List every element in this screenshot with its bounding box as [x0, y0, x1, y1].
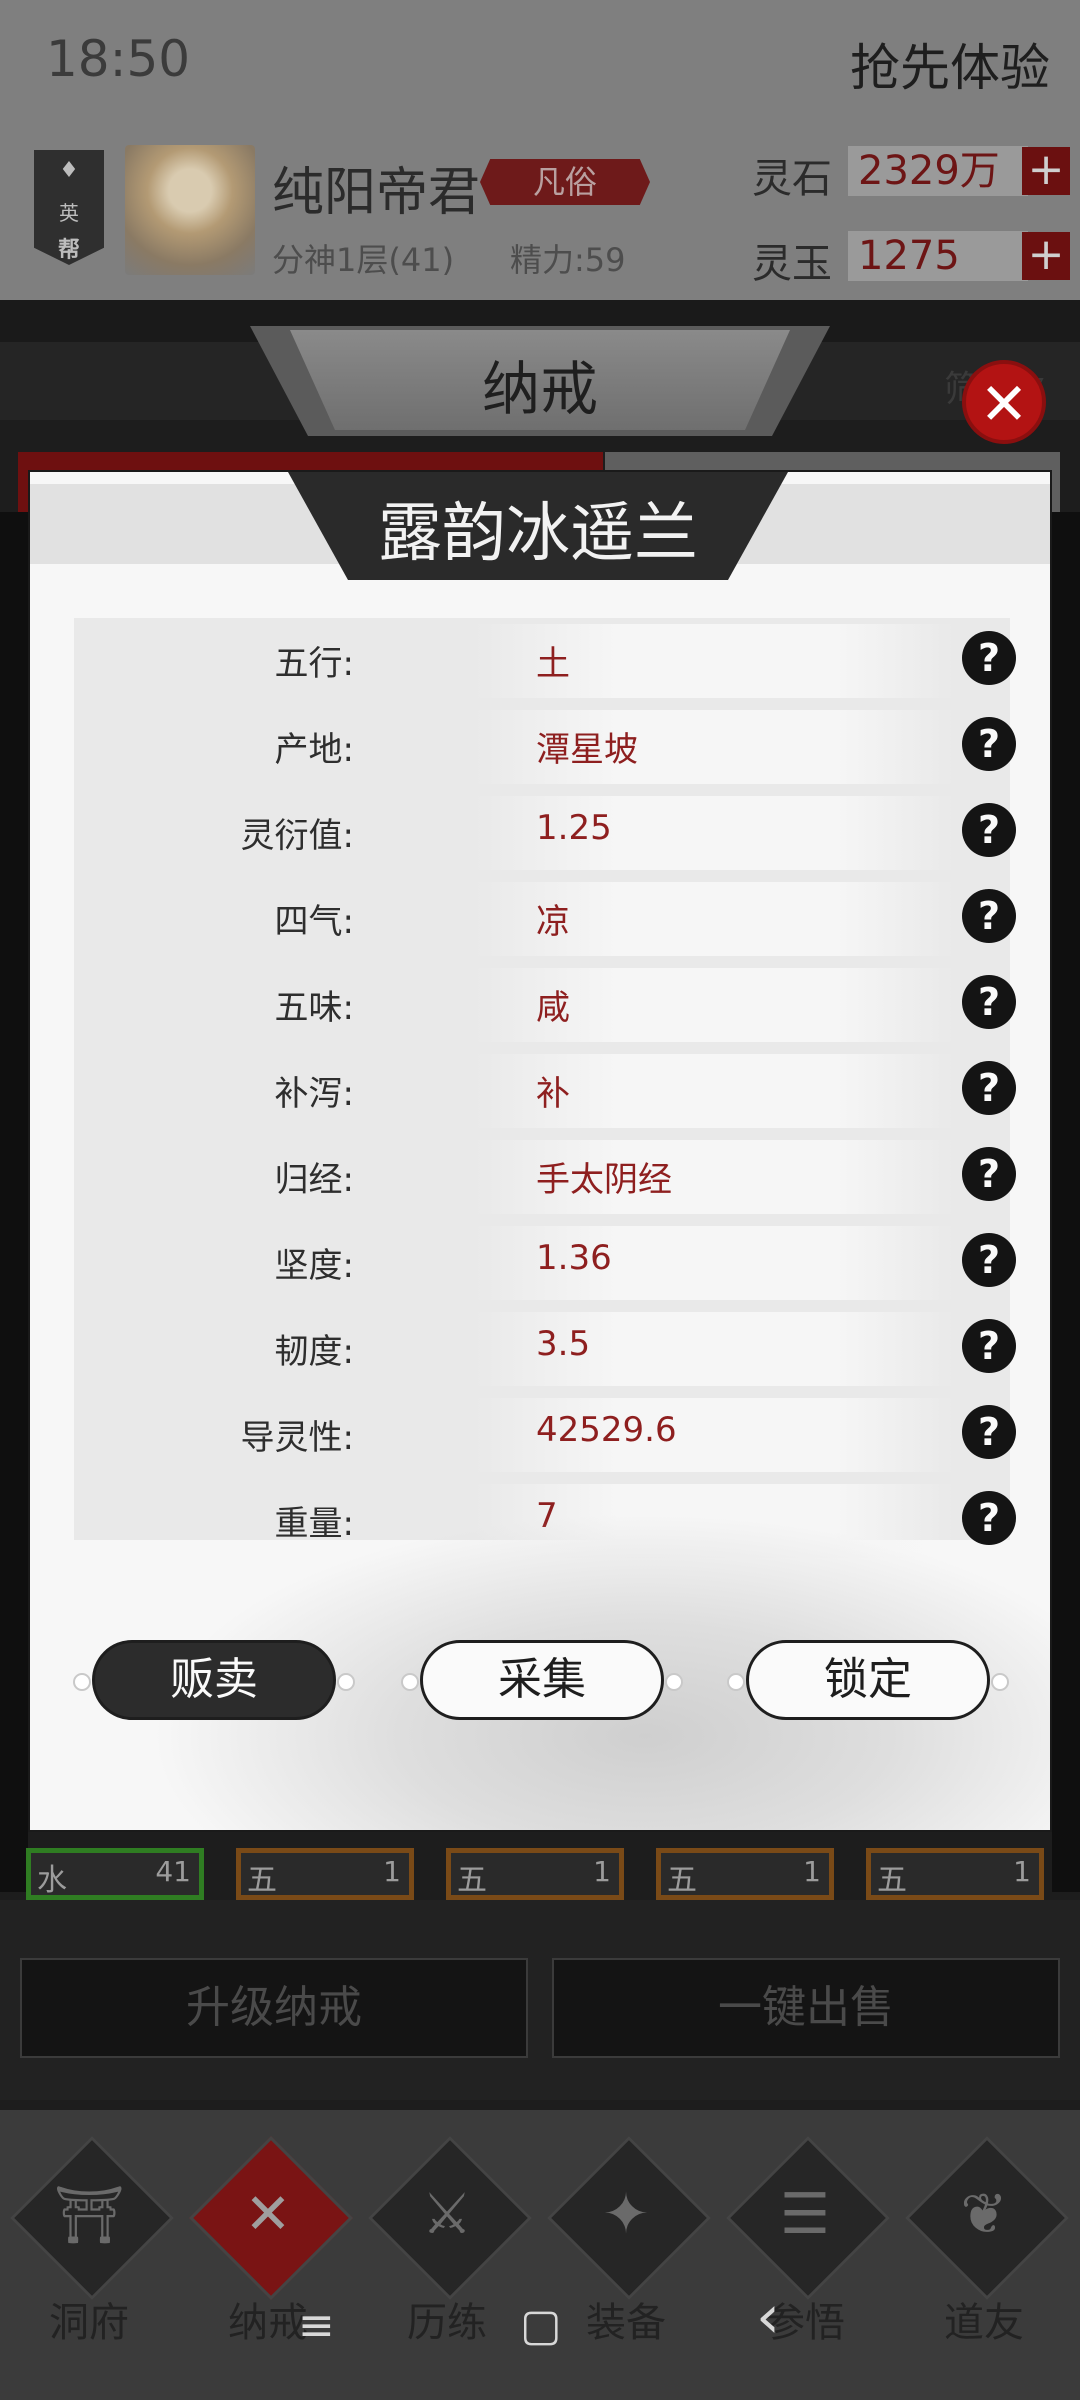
attribute-label: 韧度:	[274, 1332, 354, 1372]
attribute-row: 产地: 潭星坡 ?	[74, 704, 1016, 790]
collect-button[interactable]: 采集	[401, 1640, 683, 1720]
item-detail-modal: 露韵冰遥兰 五行: 土 ? 产地: 潭星坡 ? 灵衍值: 1.25 ? 四气: …	[28, 470, 1052, 1832]
attribute-row: 坚度: 1.36 ?	[74, 1220, 1016, 1306]
inventory-edge-right	[1052, 512, 1080, 1892]
attribute-label: 归经:	[274, 1160, 354, 1200]
energy-value: 精力:59	[510, 241, 626, 279]
help-icon[interactable]: ?	[962, 889, 1016, 943]
attribute-row: 归经: 手太阴经 ?	[74, 1134, 1016, 1220]
swords-icon: ⚔	[421, 2182, 473, 2247]
attribute-label: 五味:	[274, 988, 354, 1028]
inventory-slot[interactable]: 五 1	[236, 1848, 414, 1900]
slot-count: 41	[155, 1855, 191, 1888]
spirit-jade-value: 1275	[848, 231, 1028, 281]
nav-label-insight: 参悟	[765, 2300, 845, 2346]
attribute-label: 四气:	[274, 902, 354, 942]
help-icon[interactable]: ?	[962, 631, 1016, 685]
attribute-label: 产地:	[274, 730, 354, 770]
attribute-row: 四气: 凉 ?	[74, 876, 1016, 962]
help-icon[interactable]: ?	[962, 717, 1016, 771]
slot-count: 1	[593, 1855, 611, 1888]
nav-label-cave: 洞府	[49, 2300, 129, 2346]
slot-count: 1	[1013, 1855, 1031, 1888]
sell-button[interactable]: 贩卖	[73, 1640, 355, 1720]
inventory-edge-left	[0, 512, 28, 1892]
attribute-row: 补泻: 补 ?	[74, 1048, 1016, 1134]
add-spirit-stone-button[interactable]: +	[1022, 147, 1070, 195]
slot-element: 五	[877, 1863, 907, 1898]
add-spirit-jade-button[interactable]: +	[1022, 232, 1070, 280]
nav-label-training: 历练	[407, 2300, 487, 2346]
slot-element: 五	[247, 1863, 277, 1898]
nav-label-equipment: 装备	[586, 2300, 666, 2346]
help-icon[interactable]: ?	[962, 1405, 1016, 1459]
avatar[interactable]	[125, 145, 255, 275]
attribute-row: 导灵性: 42529.6 ?	[74, 1392, 1016, 1478]
help-icon[interactable]: ?	[962, 1147, 1016, 1201]
player-name: 纯阳帝君	[272, 163, 481, 223]
bottom-nav	[0, 2110, 1080, 2400]
attribute-label: 补泻:	[274, 1074, 354, 1114]
rank-badge: 凡俗	[480, 159, 650, 205]
spirit-stone-label: 灵石	[752, 156, 832, 202]
handshake-icon: ❦	[960, 2182, 1008, 2247]
menu-icon[interactable]: ≡	[298, 2300, 335, 2351]
slot-element: 水	[37, 1863, 67, 1898]
slot-count: 1	[383, 1855, 401, 1888]
attribute-value: 咸	[536, 988, 570, 1028]
status-time: 18:50	[46, 30, 191, 88]
attribute-label: 坚度:	[274, 1246, 354, 1286]
attribute-row: 灵衍值: 1.25 ?	[74, 790, 1016, 876]
early-access-button[interactable]: 抢先体验	[850, 28, 1050, 100]
help-icon[interactable]: ?	[962, 1233, 1016, 1287]
attribute-value: 42529.6	[536, 1410, 677, 1450]
attribute-row: 韧度: 3.5 ?	[74, 1306, 1016, 1392]
inventory-slot[interactable]: 五 1	[656, 1848, 834, 1900]
spirit-stone-value: 2329万	[848, 146, 1028, 196]
help-icon[interactable]: ?	[962, 803, 1016, 857]
inventory-slot[interactable]: 五 1	[866, 1848, 1044, 1900]
diamond-icon: ♦	[59, 158, 79, 183]
attribute-label: 五行:	[274, 644, 354, 684]
lock-button[interactable]: 锁定	[727, 1640, 1009, 1720]
page-title: 纳戒	[481, 355, 598, 423]
attribute-value: 1.25	[536, 808, 612, 848]
upgrade-ring-button[interactable]: 升级纳戒	[20, 1958, 528, 2058]
attribute-table: 五行: 土 ? 产地: 潭星坡 ? 灵衍值: 1.25 ? 四气: 凉 ? 五味…	[74, 618, 1016, 1558]
attribute-value: 1.36	[536, 1238, 612, 1278]
help-icon[interactable]: ?	[962, 1319, 1016, 1373]
help-icon[interactable]: ?	[962, 1061, 1016, 1115]
modal-title: 露韵冰遥兰	[378, 497, 698, 571]
ring-icon: ✕	[244, 2182, 292, 2247]
slot-element: 五	[667, 1863, 697, 1898]
back-icon[interactable]: ‹	[756, 2282, 780, 2352]
help-icon[interactable]: ?	[962, 975, 1016, 1029]
dagger-icon: ✦	[602, 2182, 650, 2247]
attribute-value: 手太阴经	[536, 1160, 672, 1200]
attribute-row: 五味: 咸 ?	[74, 962, 1016, 1048]
inventory-slot[interactable]: 水 41	[26, 1848, 204, 1900]
cultivation-level: 分神1层(41)	[272, 241, 455, 279]
badge-text-top: 英	[59, 201, 79, 225]
nav-label-friends: 道友	[944, 2300, 1024, 2346]
spirit-jade-label: 灵玉	[752, 241, 832, 287]
attribute-row: 五行: 土 ?	[74, 618, 1016, 704]
close-icon[interactable]: ✕	[962, 360, 1046, 444]
attribute-value: 凉	[536, 902, 570, 942]
gate-icon: ⛩	[53, 2183, 125, 2248]
slot-count: 1	[803, 1855, 821, 1888]
attribute-value: 3.5	[536, 1324, 591, 1364]
book-icon: ☰	[779, 2182, 831, 2247]
attribute-label: 灵衍值:	[240, 816, 354, 856]
sell-all-button[interactable]: 一键出售	[552, 1958, 1060, 2058]
slot-element: 五	[457, 1863, 487, 1898]
attribute-value: 土	[536, 644, 570, 684]
attribute-value: 补	[536, 1074, 570, 1114]
sect-badge[interactable]: ♦ 英 帮	[34, 150, 104, 265]
inventory-slot[interactable]: 五 1	[446, 1848, 624, 1900]
home-icon[interactable]: ▢	[520, 2300, 562, 2351]
attribute-label: 导灵性:	[240, 1418, 354, 1458]
attribute-value: 潭星坡	[536, 730, 638, 770]
